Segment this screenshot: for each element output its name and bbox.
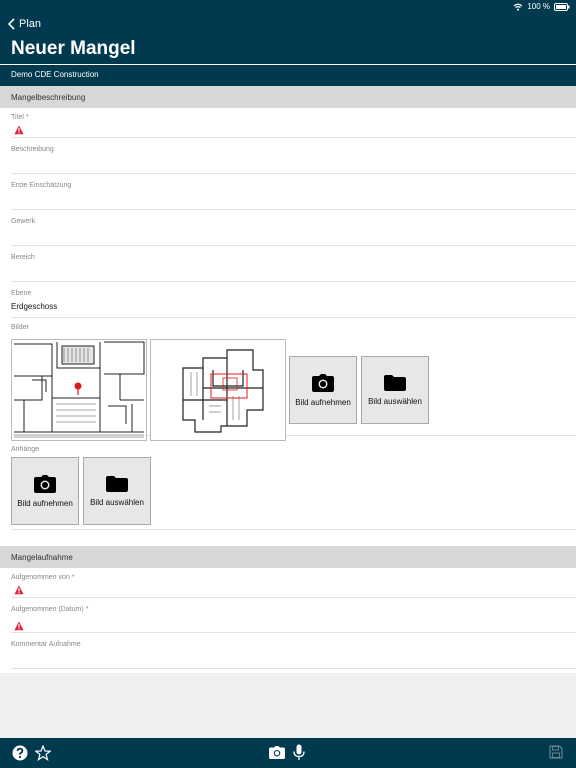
attachments-label: Anhänge — [11, 446, 40, 453]
back-button[interactable]: Plan — [8, 18, 41, 30]
recorded-date-label: Aufgenommen (Datum) * — [11, 606, 89, 613]
header-divider — [0, 64, 576, 65]
folder-icon — [106, 475, 128, 492]
images-choose-image-label: Bild auswählen — [368, 396, 422, 406]
attachments-block: Anhänge Bild aufnehmen Bild auswählen — [11, 436, 576, 530]
title-field[interactable]: Titel * — [11, 108, 576, 138]
images-choose-image-button[interactable]: Bild auswählen — [361, 356, 429, 424]
plan-pin-marker — [74, 382, 82, 390]
warning-icon — [14, 621, 24, 631]
attachments-choose-image-button[interactable]: Bild auswählen — [83, 457, 151, 525]
recorded-by-field[interactable]: Aufgenommen von * — [11, 568, 576, 598]
warning-icon — [14, 125, 24, 135]
status-bar: 100 % — [513, 2, 570, 11]
description-field[interactable]: Beschreibung — [11, 138, 576, 174]
battery-text: 100 % — [527, 2, 550, 11]
assessment-field-label: Erste Einschätzung — [11, 182, 72, 189]
section-header-description: Mangelbeschreibung — [0, 86, 576, 108]
area-field[interactable]: Bereich — [11, 246, 576, 282]
attachments-choose-image-label: Bild auswählen — [90, 497, 144, 507]
microphone-icon[interactable] — [293, 744, 305, 761]
save-icon[interactable] — [549, 745, 563, 759]
trade-field[interactable]: Gewerk — [11, 210, 576, 246]
trade-field-label: Gewerk — [11, 218, 36, 225]
comment-label: Kommentar Aufnahme — [11, 641, 81, 648]
level-field-value: Erdgeschoss — [11, 302, 58, 311]
description-field-label: Beschreibung — [11, 146, 54, 153]
plan-detail-thumbnail[interactable] — [11, 339, 147, 441]
attachments-take-photo-label: Bild aufnehmen — [17, 498, 73, 508]
images-block: Bilder Bild aufnehmen Bild auswählen — [11, 318, 576, 441]
battery-icon — [554, 2, 570, 11]
area-field-label: Bereich — [11, 254, 35, 261]
description-card: Titel * Beschreibung Erste Einschätzung … — [0, 108, 576, 546]
section-header-capture: Mangelaufnahme — [0, 546, 576, 568]
chevron-left-icon — [8, 18, 15, 30]
bottom-toolbar — [0, 738, 576, 768]
plan-overview-image — [151, 340, 285, 440]
app-header: 100 % Plan Neuer Mangel Demo CDE Constru… — [0, 0, 576, 86]
recorded-by-label: Aufgenommen von * — [11, 574, 75, 581]
title-field-label: Titel * — [11, 114, 29, 121]
wifi-icon — [513, 3, 523, 11]
camera-icon[interactable] — [269, 746, 285, 759]
capture-card: Aufgenommen von * Aufgenommen (Datum) * … — [0, 568, 576, 673]
comment-field[interactable]: Kommentar Aufnahme — [11, 633, 576, 669]
page-title: Neuer Mangel — [11, 38, 136, 59]
images-take-photo-label: Bild aufnehmen — [295, 397, 351, 407]
images-take-photo-button[interactable]: Bild aufnehmen — [289, 356, 357, 424]
warning-icon — [14, 585, 24, 595]
star-icon[interactable] — [35, 745, 51, 761]
images-label: Bilder — [11, 324, 29, 331]
plan-overview-thumbnail[interactable] — [150, 339, 286, 441]
level-field[interactable]: Ebene Erdgeschoss — [11, 282, 576, 318]
attachments-take-photo-button[interactable]: Bild aufnehmen — [11, 457, 79, 525]
camera-icon — [34, 474, 56, 493]
folder-icon — [384, 374, 406, 391]
plan-detail-image — [12, 340, 146, 440]
help-icon[interactable] — [12, 745, 28, 761]
assessment-field[interactable]: Erste Einschätzung — [11, 174, 576, 210]
back-label: Plan — [19, 18, 42, 30]
recorded-date-field[interactable]: Aufgenommen (Datum) * — [11, 598, 576, 633]
level-field-label: Ebene — [11, 290, 32, 297]
camera-icon — [312, 373, 334, 392]
project-name: Demo CDE Construction — [11, 70, 99, 79]
